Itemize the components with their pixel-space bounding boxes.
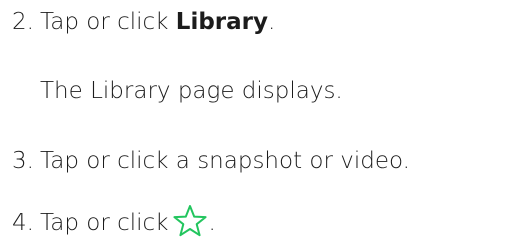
step-punctuation: . (208, 210, 216, 236)
step-text: Tap or click a snapshot or video. (40, 148, 410, 174)
step-2: 2. Tap or click Library. (0, 7, 275, 37)
step-2-result: The Library page displays. (40, 76, 343, 106)
step-3: 3. Tap or click a snapshot or video. (0, 146, 410, 176)
result-text: The Library page displays. (40, 78, 343, 104)
library-label: Library (175, 9, 268, 35)
step-punctuation: . (268, 9, 276, 35)
step-number: 4. (12, 210, 34, 236)
step-number: 2. (12, 9, 34, 35)
step-4: 4. Tap or click. (0, 204, 216, 238)
star-outline-icon (172, 204, 208, 238)
step-number: 3. (12, 148, 34, 174)
step-text: Tap or click (40, 210, 169, 236)
step-text: Tap or click (40, 9, 176, 35)
